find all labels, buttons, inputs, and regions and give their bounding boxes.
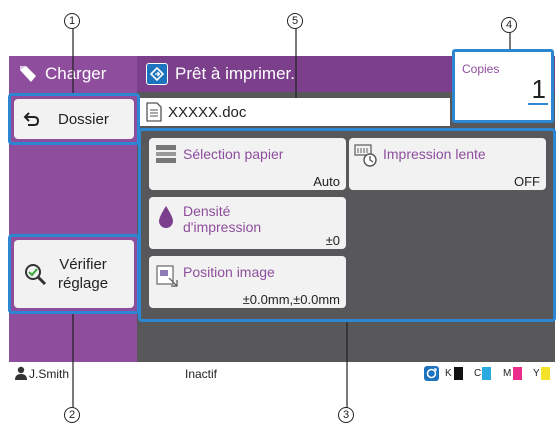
callout-5: 5 (287, 13, 303, 29)
callout-3: 3 (338, 407, 354, 423)
callout-2: 2 (64, 407, 80, 423)
callout-1: 1 (64, 13, 80, 29)
callout-lines (72, 29, 511, 408)
callout-4: 4 (501, 17, 517, 33)
